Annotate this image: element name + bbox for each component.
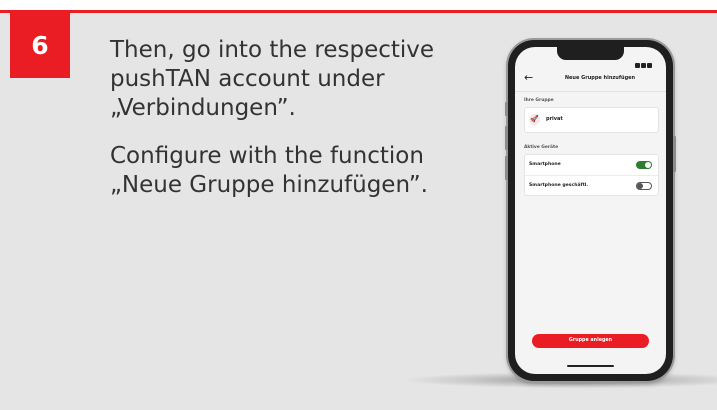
device-toggle[interactable] xyxy=(636,182,652,190)
phone-volume-down-button xyxy=(505,156,508,180)
rocket-icon: 🚀 xyxy=(529,114,540,125)
phone-volume-up-button xyxy=(505,126,508,150)
device-name: Smartphone xyxy=(529,162,561,167)
phone-screen: ← Neue Gruppe hinzufügen Ihre Gruppe 🚀 p… xyxy=(515,47,666,374)
step-number-badge: 6 xyxy=(10,13,70,78)
phone-notch xyxy=(557,47,624,60)
group-section-label: Ihre Gruppe xyxy=(524,98,554,103)
instruction-text: Then, go into the respective pushTAN acc… xyxy=(110,36,480,219)
create-group-button[interactable]: Gruppe anlegen xyxy=(532,334,649,348)
devices-section-label: Aktive Geräte xyxy=(524,145,559,150)
instruction-paragraph-1: Then, go into the respective pushTAN acc… xyxy=(110,37,435,121)
device-name: Smartphone geschäftl. xyxy=(529,183,589,188)
home-indicator xyxy=(567,365,614,367)
device-toggle[interactable] xyxy=(636,161,652,169)
phone-power-button xyxy=(673,136,676,172)
phone-mockup: ← Neue Gruppe hinzufügen Ihre Gruppe 🚀 p… xyxy=(505,40,676,381)
phone-side-button xyxy=(505,102,508,116)
device-list: Smartphone Smartphone geschäftl. xyxy=(524,154,659,196)
instruction-paragraph-2: Configure with the function „Neue Gruppe… xyxy=(110,143,428,198)
screen-title: Neue Gruppe hinzufügen xyxy=(564,75,636,81)
device-row: Smartphone xyxy=(525,155,658,175)
device-row: Smartphone geschäftl. xyxy=(525,175,658,196)
status-icons xyxy=(634,53,656,68)
app-bar: ← Neue Gruppe hinzufügen xyxy=(515,67,666,92)
accent-rule xyxy=(0,10,717,13)
group-name: privat xyxy=(546,116,563,122)
arrow-left-icon[interactable]: ← xyxy=(524,71,533,84)
group-selector[interactable]: 🚀 privat xyxy=(524,107,659,133)
step-number: 6 xyxy=(31,31,49,60)
